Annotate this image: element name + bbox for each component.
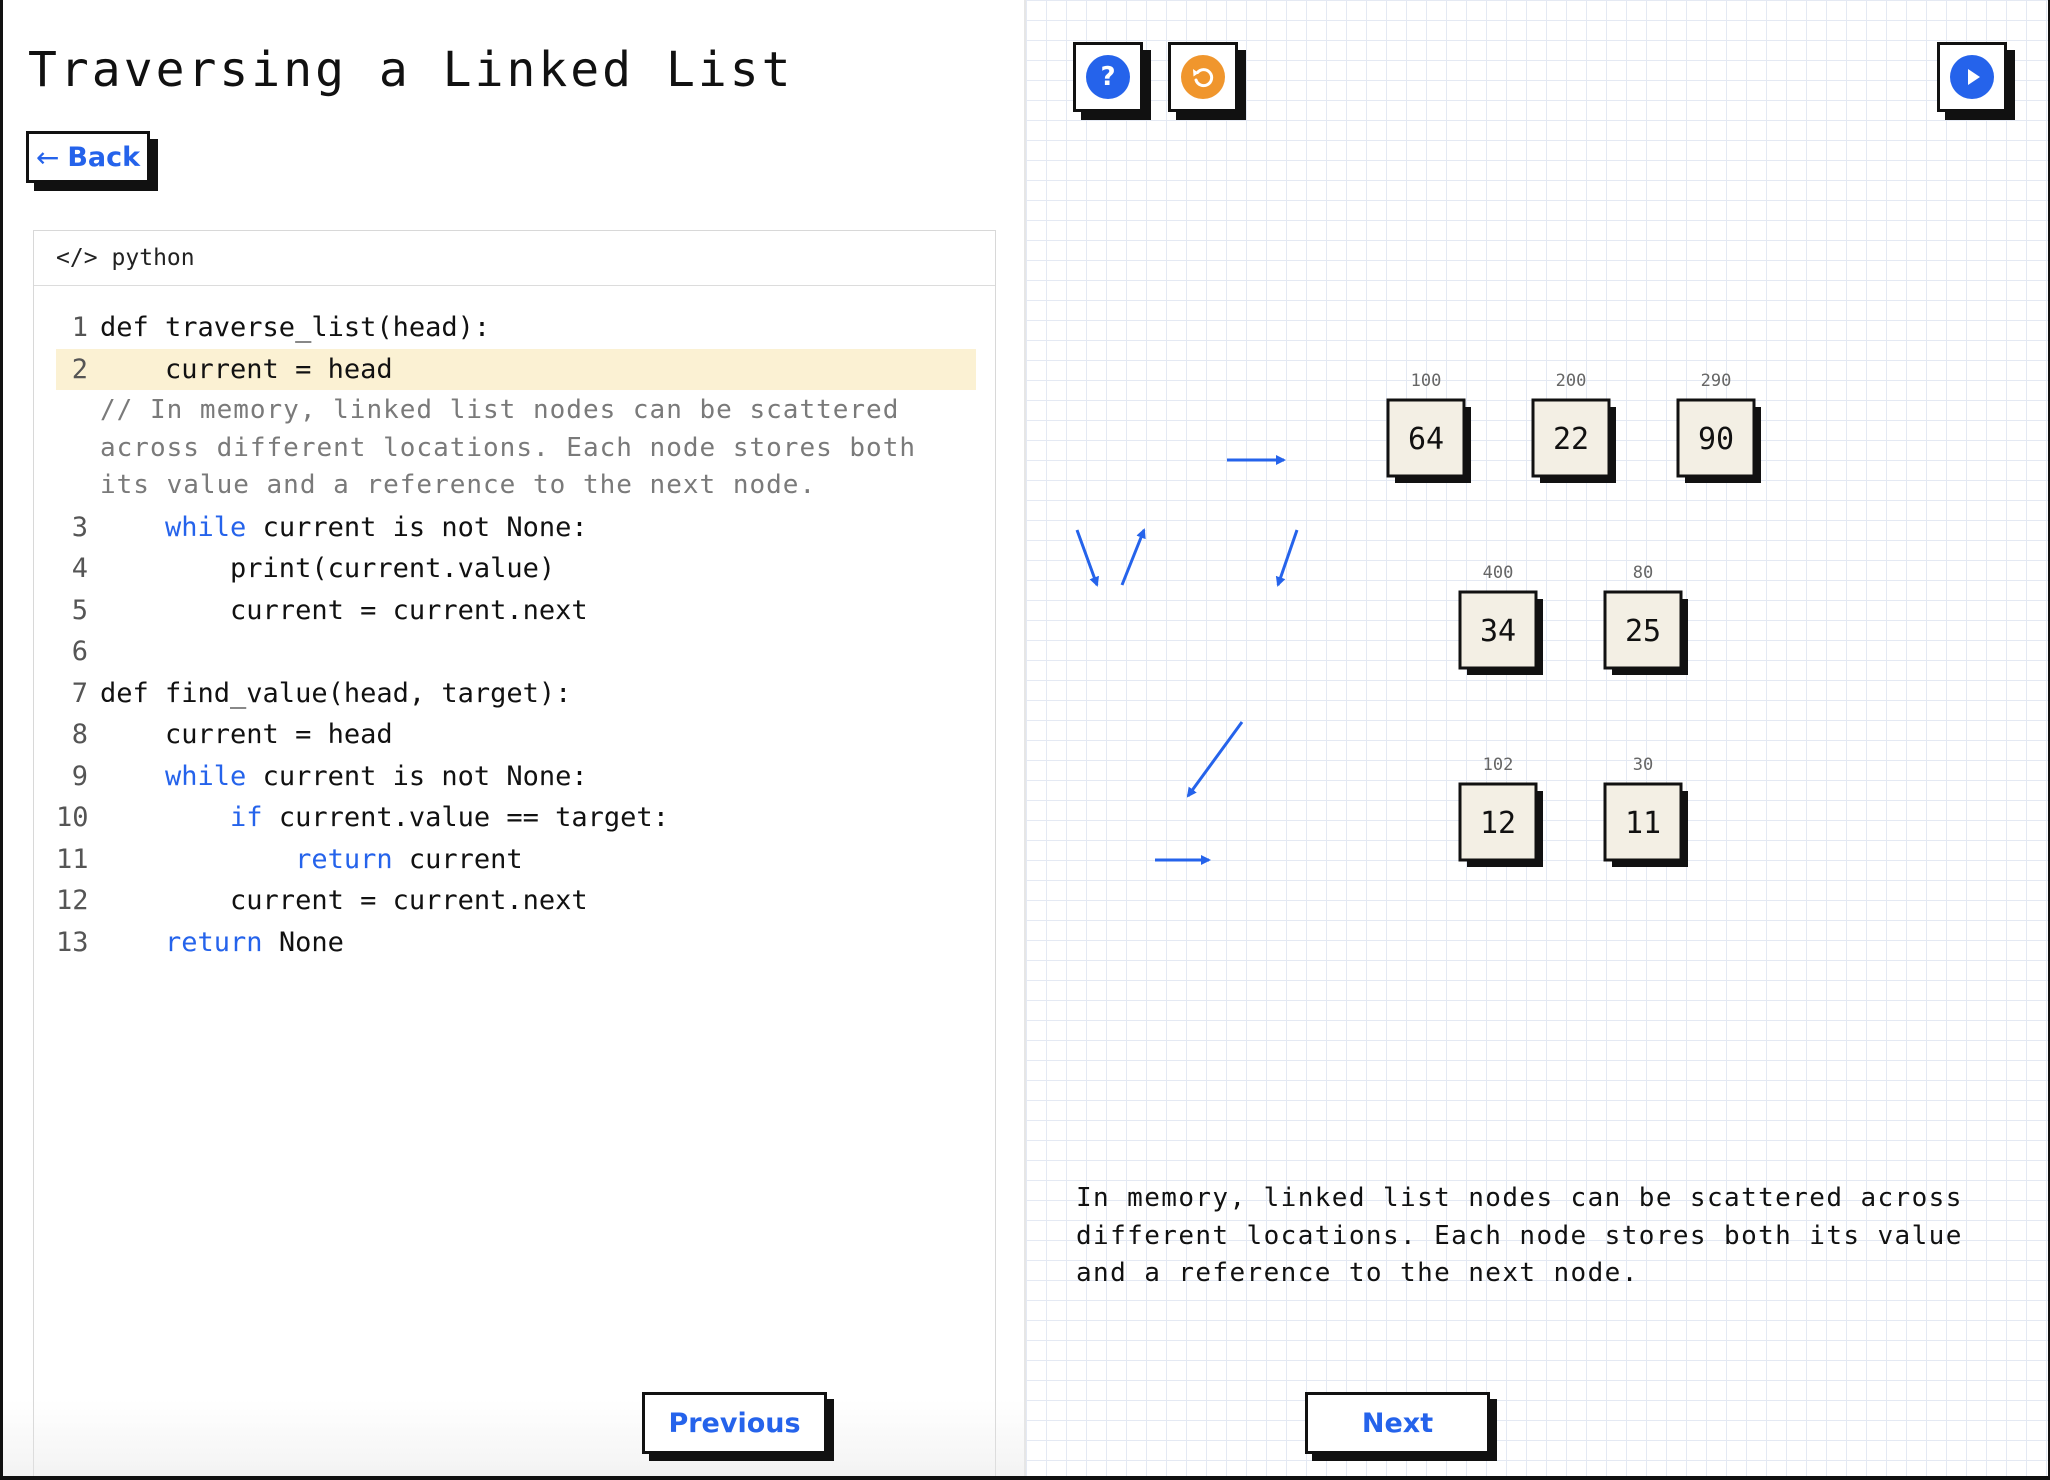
code-pane: Traversing a Linked List ← Back </> pyth… <box>0 0 1024 1480</box>
node-address: 30 <box>1633 755 1653 775</box>
code-line: 8 current = head <box>56 714 976 756</box>
page-title: Traversing a Linked List <box>28 42 794 98</box>
code-line: 3 while current is not None: <box>56 507 976 549</box>
line-number: 12 <box>56 885 89 916</box>
code-text: while current is not None: <box>165 511 588 543</box>
list-node: 100 64 <box>1386 371 1471 483</box>
line-number: 3 <box>71 511 88 543</box>
code-header: </> python <box>34 231 995 286</box>
code-line: 5 current = current.next <box>56 590 976 632</box>
list-node: 290 90 <box>1676 371 1761 483</box>
code-keyword: while <box>165 511 247 543</box>
node-value: 64 <box>1408 422 1444 457</box>
code-text: def find_value(head, target): <box>100 677 572 709</box>
code-line-active: 2 current = head <box>56 348 976 390</box>
code-keyword: return <box>295 843 393 875</box>
pointer-arrow <box>1275 529 1299 587</box>
code-text: return None <box>165 926 344 958</box>
list-node: 80 25 <box>1603 563 1688 675</box>
code-line: 11 return current <box>56 839 976 881</box>
line-number: 5 <box>71 594 88 626</box>
code-keyword: if <box>230 802 263 833</box>
code-keyword: return <box>165 926 263 958</box>
node-address: 80 <box>1633 563 1653 583</box>
list-node: 102 12 <box>1458 755 1543 867</box>
code-line: 10 if current.value == target: <box>56 797 976 839</box>
line-number: 11 <box>56 843 89 875</box>
pointer-arrow <box>1075 529 1099 587</box>
linked-list-diagram: 100 64 200 22 290 90 400 34 80 25 102 12 30 11 <box>1075 371 1761 867</box>
line-number: 13 <box>56 926 89 958</box>
node-address: 102 <box>1483 755 1514 775</box>
line-number: 7 <box>71 677 88 709</box>
code-text: while current is not None: <box>165 760 588 792</box>
code-text: print(current.value) <box>100 553 556 584</box>
line-number: 4 <box>71 553 88 584</box>
node-address: 200 <box>1556 371 1587 391</box>
code-line: 12 current = current.next <box>56 880 976 922</box>
line-number: 10 <box>56 802 89 833</box>
code-text: current = current.next <box>100 594 588 626</box>
code-keyword: while <box>165 760 247 792</box>
code-line: 4 print(current.value) <box>56 548 976 590</box>
list-node: 200 22 <box>1531 371 1616 483</box>
node-address: 400 <box>1483 563 1514 583</box>
line-number: 8 <box>71 719 88 750</box>
line-number: 9 <box>71 760 88 792</box>
visualization-pane: ? 100 64 200 22 290 90 400 34 80 25 102 12 30 11 In m… <box>1024 0 2050 1480</box>
node-value: 34 <box>1480 614 1516 649</box>
code-text: current = head <box>100 353 393 385</box>
line-number: 6 <box>71 636 88 667</box>
node-value: 25 <box>1625 614 1661 649</box>
node-address: 290 <box>1701 371 1732 391</box>
node-value: 90 <box>1698 422 1734 457</box>
line-number: 2 <box>71 353 88 385</box>
pointer-arrow <box>1186 721 1244 798</box>
node-value: 22 <box>1553 422 1589 457</box>
line-number: 1 <box>71 312 88 343</box>
code-text: current = current.next <box>100 885 588 916</box>
code-text: return current <box>295 843 523 875</box>
code-comment: // In memory, linked list nodes can be s… <box>100 395 917 500</box>
code-panel: </> python 1 def traverse_list(head): 2 cu… <box>33 230 996 1480</box>
node-address: 100 <box>1411 371 1442 391</box>
arrow-left-icon: ← <box>35 140 60 174</box>
node-value: 12 <box>1480 806 1516 841</box>
code-icon: </> <box>56 245 98 271</box>
next-button[interactable]: Next <box>1305 1392 1490 1454</box>
code-line: 7 def find_value(head, target): <box>56 673 976 715</box>
code-line: 6 <box>56 631 976 673</box>
code-line: 9 while current is not None: <box>56 756 976 798</box>
list-node: 30 11 <box>1603 755 1688 867</box>
code-body: 1 def traverse_list(head): 2 current = hea… <box>56 307 976 963</box>
code-line: 13 return None <box>56 922 976 964</box>
node-value: 11 <box>1625 806 1661 841</box>
code-text: current = head <box>100 719 393 750</box>
pointer-arrow <box>1120 528 1146 586</box>
code-text: def traverse_list(head): <box>100 312 491 343</box>
code-line: 1 def traverse_list(head): <box>56 307 976 349</box>
step-description: In memory, linked list nodes can be scat… <box>1076 1183 1963 1288</box>
code-text: if current.value == target: <box>230 802 669 833</box>
back-button[interactable]: ← Back <box>26 131 150 183</box>
back-button-label: Back <box>67 141 141 173</box>
code-language: python <box>111 245 195 271</box>
previous-button[interactable]: Previous <box>642 1392 827 1454</box>
list-node: 400 34 <box>1458 563 1543 675</box>
